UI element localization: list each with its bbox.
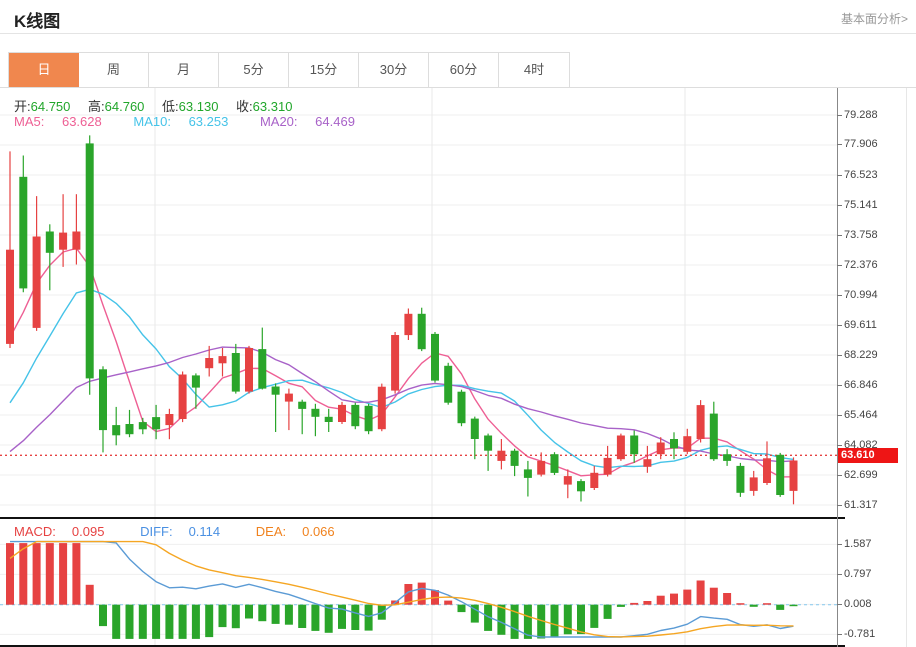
high-label: 高: [88,99,105,114]
price-tick-mark [837,415,842,416]
price-tick-mark [837,445,842,446]
tab-timeframe-7[interactable]: 4时 [499,53,569,87]
page-title: K线图 [14,7,60,32]
tab-timeframe-6[interactable]: 60分 [429,53,499,87]
price-tick-mark [837,355,842,356]
macd-tick-mark [837,544,842,545]
price-tick-label: 65.464 [844,409,878,421]
right-edge-line [906,88,907,647]
price-tick-label: 79.288 [844,109,878,121]
ma-readout: MA5: 63.628 MA10: 63.253 MA20: 64.469 [14,114,383,129]
price-tick-label: 73.758 [844,229,878,241]
price-tick-label: 62.699 [844,469,878,481]
price-tick-label: 68.229 [844,349,878,361]
diff-value-readout: DIFF:0.114 [140,524,236,539]
price-tick-mark [837,144,842,145]
panel-divider [0,517,845,519]
low-value: 63.130 [179,99,219,114]
price-tick-mark [837,475,842,476]
price-tick-mark [837,115,842,116]
ohlc-readout: 开:64.750 高:64.760 低:63.130 收:63.310 [14,96,306,115]
price-tick-mark [837,505,842,506]
tab-timeframe-1[interactable]: 周 [79,53,149,87]
price-tick-mark [837,295,842,296]
price-tick-mark [837,175,842,176]
close-label: 收: [236,99,253,114]
price-tick-label: 77.906 [844,138,878,150]
macd-tick-mark [837,574,842,575]
dea-value-readout: DEA:0.066 [256,524,351,539]
price-tick-label: 70.994 [844,289,878,301]
price-tick-label: 61.317 [844,499,878,511]
current-price-badge: 63.610 [838,448,898,463]
macd-tick-mark [837,634,842,635]
price-tick-mark [837,265,842,266]
open-label: 开: [14,99,31,114]
price-tick-label: 76.523 [844,169,878,181]
price-tick-label: 75.141 [844,199,878,211]
open-value: 64.750 [31,99,71,114]
ma20-readout: MA20: 64.469 [260,114,369,129]
close-value: 63.310 [253,99,293,114]
price-tick-mark [837,325,842,326]
price-tick-mark [837,385,842,386]
tab-timeframe-3[interactable]: 5分 [219,53,289,87]
macd-tick-label: -0.781 [844,628,875,640]
low-label: 低: [162,99,179,114]
tab-timeframe-0[interactable]: 日 [9,53,79,87]
ma5-readout: MA5: 63.628 [14,114,116,129]
macd-value-readout: MACD:0.095 [14,524,120,539]
tab-timeframe-5[interactable]: 30分 [359,53,429,87]
macd-tick-label: 0.797 [844,568,872,580]
tab-timeframe-4[interactable]: 15分 [289,53,359,87]
price-tick-label: 69.611 [844,319,877,331]
price-tick-mark [837,205,842,206]
ma10-readout: MA10: 63.253 [133,114,242,129]
header-divider [0,33,916,34]
price-tick-mark [837,235,842,236]
fundamental-analysis-link[interactable]: 基本面分析> [841,10,908,27]
high-value: 64.760 [105,99,145,114]
macd-tick-label: 1.587 [844,538,872,550]
candlestick-chart[interactable] [0,88,837,517]
price-tick-label: 66.846 [844,379,878,391]
price-axis-border [837,88,838,647]
macd-tick-mark [837,604,842,605]
kline-page: K线图 基本面分析> 日周月5分15分30分60分4时 开:64.750 高:6… [0,0,916,647]
price-tick-label: 72.376 [844,259,878,271]
timeframe-tabbar: 日周月5分15分30分60分4时 [8,52,570,88]
macd-tick-label: 0.008 [844,598,872,610]
macd-readout: MACD:0.095 DIFF:0.114 DEA:0.066 [14,524,367,539]
tab-timeframe-2[interactable]: 月 [149,53,219,87]
